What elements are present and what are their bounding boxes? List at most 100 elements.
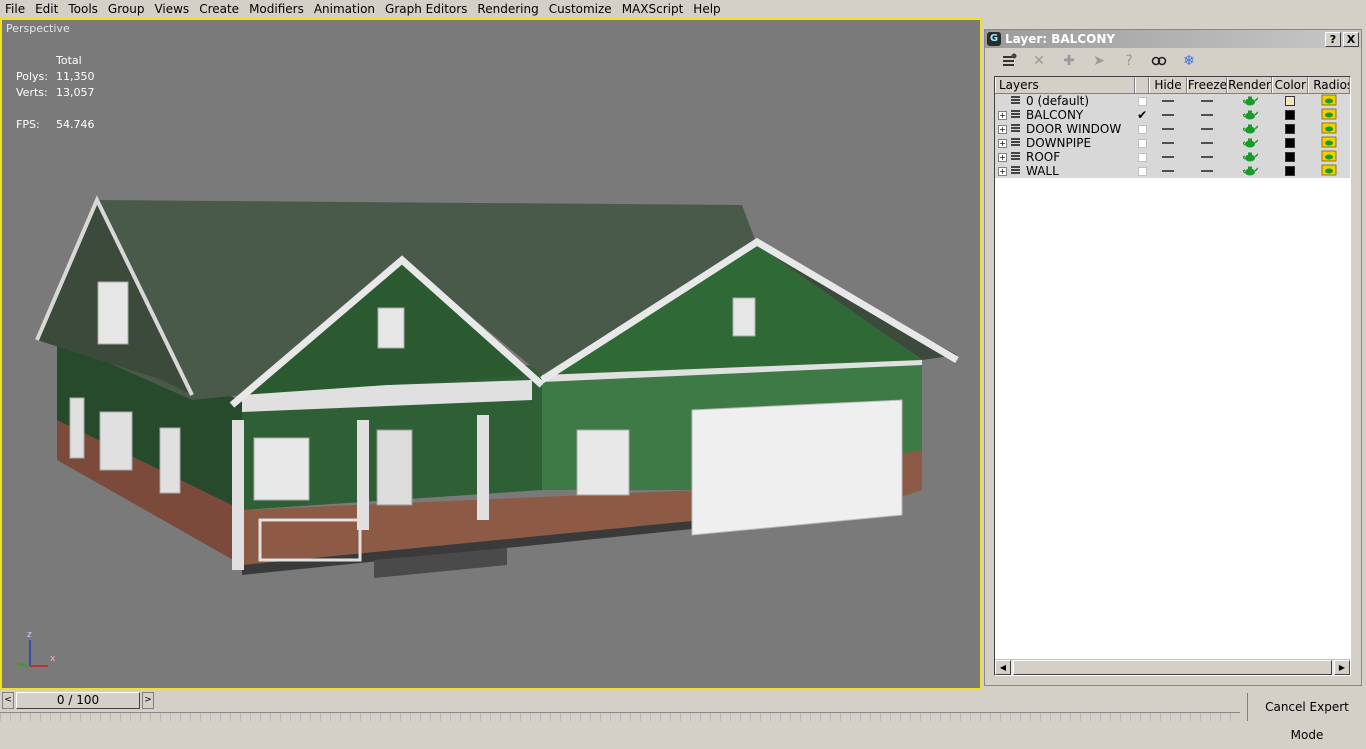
col-render[interactable]: Render xyxy=(1226,77,1273,93)
teapot-icon xyxy=(1242,136,1259,151)
menu-views[interactable]: Views xyxy=(149,1,194,17)
freeze-toggle[interactable] xyxy=(1187,164,1227,178)
layer-row[interactable]: + BALCONY ✔ xyxy=(995,108,1350,122)
layer-table[interactable]: Layers Hide Freeze Render Color Radios 0… xyxy=(994,76,1351,676)
highlight-icon[interactable]: ? xyxy=(1119,51,1139,71)
menu-animation[interactable]: Animation xyxy=(309,1,380,17)
freeze-toggle[interactable] xyxy=(1187,122,1227,136)
col-layers[interactable]: Layers xyxy=(995,77,1136,93)
hide-toggle[interactable] xyxy=(1149,136,1187,150)
scroll-left-icon[interactable]: ◀ xyxy=(995,660,1011,675)
expand-icon[interactable]: + xyxy=(998,110,1007,120)
layer-color-swatch[interactable] xyxy=(1272,122,1308,136)
close-button[interactable]: X xyxy=(1343,31,1359,47)
render-toggle[interactable] xyxy=(1227,150,1273,164)
menu-graph-editors[interactable]: Graph Editors xyxy=(380,1,472,17)
scroll-thumb[interactable] xyxy=(1013,660,1332,675)
scroll-right-icon[interactable]: ▶ xyxy=(1334,660,1350,675)
expand-icon[interactable]: + xyxy=(998,138,1007,148)
menu-help[interactable]: Help xyxy=(688,1,725,17)
menu-edit[interactable]: Edit xyxy=(30,1,63,17)
menu-rendering[interactable]: Rendering xyxy=(472,1,543,17)
dash-icon xyxy=(1162,114,1175,116)
menu-create[interactable]: Create xyxy=(194,1,244,17)
menu-maxscript[interactable]: MAXScript xyxy=(617,1,689,17)
hide-toggle[interactable] xyxy=(1149,122,1187,136)
freeze-toggle[interactable] xyxy=(1187,136,1227,150)
layer-name-cell[interactable]: + ROOF xyxy=(995,150,1135,164)
layer-name-cell[interactable]: + DOWNPIPE xyxy=(995,136,1135,150)
layer-row[interactable]: + DOOR WINDOW xyxy=(995,122,1350,136)
cancel-expert-mode-button[interactable]: Cancel Expert Mode xyxy=(1247,693,1366,742)
time-next-button[interactable]: > xyxy=(142,692,154,709)
freeze-toggle[interactable] xyxy=(1187,108,1227,122)
hide-toggle[interactable] xyxy=(1149,164,1187,178)
col-radiosity[interactable]: Radios xyxy=(1308,77,1350,93)
layer-row[interactable]: + DOWNPIPE xyxy=(995,136,1350,150)
current-layer-toggle[interactable] xyxy=(1135,164,1149,178)
layer-color-swatch[interactable] xyxy=(1272,108,1308,122)
layer-color-swatch[interactable] xyxy=(1272,136,1308,150)
menu-tools[interactable]: Tools xyxy=(63,1,103,17)
layer-name-cell[interactable]: + DOOR WINDOW xyxy=(995,122,1135,136)
hide-toggle[interactable] xyxy=(1149,150,1187,164)
layer-name-cell[interactable]: + WALL xyxy=(995,164,1135,178)
menu-customize[interactable]: Customize xyxy=(544,1,617,17)
current-layer-toggle[interactable]: ✔ xyxy=(1135,108,1149,122)
layer-row[interactable]: 0 (default) xyxy=(995,94,1350,108)
radiosity-toggle[interactable] xyxy=(1308,164,1350,178)
track-bar[interactable] xyxy=(0,712,1240,721)
current-layer-toggle[interactable] xyxy=(1135,94,1149,108)
layer-color-swatch[interactable] xyxy=(1272,164,1308,178)
current-layer-toggle[interactable] xyxy=(1135,122,1149,136)
hide-toggle[interactable] xyxy=(1149,108,1187,122)
freeze-toggle[interactable] xyxy=(1187,150,1227,164)
expand-icon[interactable]: + xyxy=(998,152,1007,162)
col-hide[interactable]: Hide xyxy=(1149,77,1187,93)
house-3d-model[interactable] xyxy=(2,20,980,688)
horizontal-scrollbar[interactable]: ◀ ▶ xyxy=(995,659,1350,675)
layer-row[interactable]: + ROOF xyxy=(995,150,1350,164)
layer-row[interactable]: + WALL xyxy=(995,164,1350,178)
current-layer-toggle[interactable] xyxy=(1135,136,1149,150)
perspective-viewport[interactable]: Perspective Total Polys: 11,350 Verts: 1… xyxy=(0,18,982,690)
render-toggle[interactable] xyxy=(1227,122,1273,136)
col-freeze[interactable]: Freeze xyxy=(1186,77,1227,93)
radiosity-toggle[interactable] xyxy=(1308,136,1350,150)
layer-name-cell[interactable]: 0 (default) xyxy=(995,94,1135,108)
delete-icon[interactable]: ✕ xyxy=(1029,51,1049,71)
menu-modifiers[interactable]: Modifiers xyxy=(244,1,309,17)
render-toggle[interactable] xyxy=(1227,136,1273,150)
menu-group[interactable]: Group xyxy=(103,1,150,17)
new-layer-icon[interactable] xyxy=(999,51,1019,71)
help-button[interactable]: ? xyxy=(1325,31,1341,47)
render-toggle[interactable] xyxy=(1227,108,1273,122)
expand-icon[interactable]: + xyxy=(998,124,1007,134)
dialog-title-bar[interactable]: G Layer: BALCONY ? X xyxy=(985,30,1361,48)
time-prev-button[interactable]: < xyxy=(2,692,14,709)
expand-icon[interactable]: + xyxy=(998,166,1007,176)
hide-all-icon[interactable] xyxy=(1149,51,1169,71)
radiosity-toggle[interactable] xyxy=(1308,122,1350,136)
layer-name-cell[interactable]: + BALCONY xyxy=(995,108,1135,122)
radiosity-toggle[interactable] xyxy=(1308,150,1350,164)
radiosity-toggle[interactable] xyxy=(1308,108,1350,122)
render-toggle[interactable] xyxy=(1227,164,1273,178)
teapot-icon xyxy=(1242,94,1259,109)
x-axis-label: x xyxy=(50,654,56,664)
time-slider[interactable]: < 0 / 100 > xyxy=(2,692,154,709)
add-selection-icon[interactable]: ✚ xyxy=(1059,51,1079,71)
col-color[interactable]: Color xyxy=(1272,77,1309,93)
menu-file[interactable]: File xyxy=(0,1,30,17)
current-layer-toggle[interactable] xyxy=(1135,150,1149,164)
time-slider-value[interactable]: 0 / 100 xyxy=(16,692,140,709)
layer-dialog[interactable]: G Layer: BALCONY ? X ✕ ✚ ➤ ? ❄ Layers Hi… xyxy=(984,29,1362,686)
freeze-toggle[interactable] xyxy=(1187,94,1227,108)
radiosity-toggle[interactable] xyxy=(1308,94,1350,108)
freeze-all-icon[interactable]: ❄ xyxy=(1179,51,1199,71)
layer-color-swatch[interactable] xyxy=(1272,150,1308,164)
layer-color-swatch[interactable] xyxy=(1272,94,1308,108)
render-toggle[interactable] xyxy=(1227,94,1273,108)
hide-toggle[interactable] xyxy=(1149,94,1187,108)
select-objects-icon[interactable]: ➤ xyxy=(1089,51,1109,71)
